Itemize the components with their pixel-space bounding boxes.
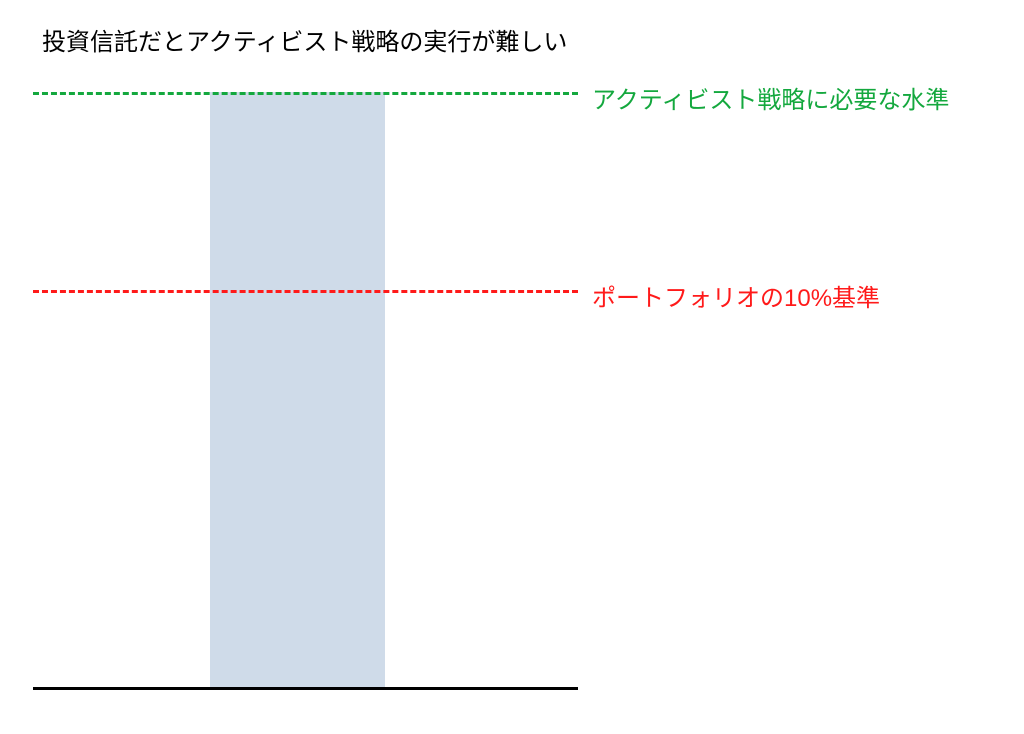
label-activist-level: アクティビスト戦略に必要な水準	[592, 80, 949, 115]
x-axis	[33, 687, 578, 690]
plot-area	[33, 70, 578, 690]
label-portfolio-10pct: ポートフォリオの10%基準	[592, 278, 880, 313]
bar	[210, 92, 385, 688]
reference-line-portfolio-10pct	[33, 290, 578, 293]
chart-container: 投資信託だとアクティビスト戦略の実行が難しい アクティビスト戦略に必要な水準 ポ…	[0, 0, 1024, 734]
reference-line-activist	[33, 92, 578, 95]
chart-title: 投資信託だとアクティビスト戦略の実行が難しい	[42, 22, 567, 57]
